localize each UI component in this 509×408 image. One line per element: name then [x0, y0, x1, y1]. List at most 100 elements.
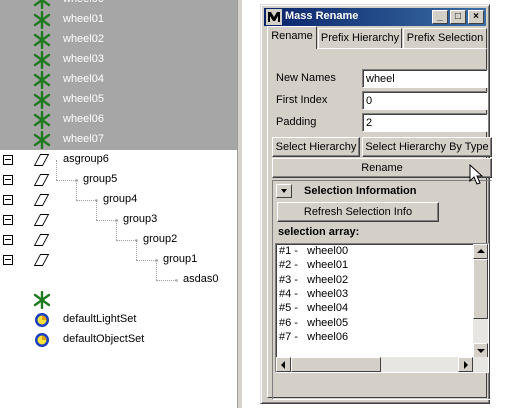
- scroll-up-icon[interactable]: [473, 244, 488, 259]
- joint-icon: [33, 71, 51, 89]
- mass-rename-window: Mass Rename _ □ × Rename Prefix Hierarch…: [260, 4, 492, 404]
- joint-icon: [33, 91, 51, 109]
- outliner-panel: wheel00 wheel01 wheel02 wheel03 wheel04 wheel…: [0, 0, 243, 408]
- select-hierarchy-by-type-button[interactable]: Select Hierarchy By Type: [362, 137, 492, 157]
- outliner-row[interactable]: wheel05: [0, 90, 238, 110]
- outliner-node-label: defaultObjectSet: [63, 333, 145, 345]
- refresh-selection-info-button[interactable]: Refresh Selection Info: [277, 202, 439, 222]
- new-names-input[interactable]: [362, 69, 488, 88]
- tree-connector: [56, 180, 76, 181]
- scroll-down-icon[interactable]: [473, 343, 488, 358]
- list-item[interactable]: #1 - wheel00: [279, 245, 348, 259]
- rename-tab-panel: New Names First Index Padding Select Hie…: [267, 48, 492, 400]
- outliner-row[interactable]: group2: [0, 220, 238, 250]
- select-hierarchy-button[interactable]: Select Hierarchy: [272, 137, 360, 157]
- joint-icon: [33, 31, 51, 49]
- transform-icon: [33, 254, 50, 266]
- tree-connector: [136, 240, 137, 260]
- joint-icon: [33, 291, 51, 309]
- vertical-scrollbar[interactable]: [473, 244, 488, 358]
- outliner-node-label: wheel02: [63, 33, 104, 45]
- list-item[interactable]: #7 - wheel06: [279, 331, 348, 345]
- maya-icon: [266, 9, 282, 25]
- collapse-expander-icon[interactable]: [3, 235, 13, 245]
- transform-icon: [33, 154, 50, 166]
- outliner-node-label: group5: [83, 173, 118, 185]
- joint-icon: [33, 131, 51, 149]
- list-item[interactable]: #4 - wheel03: [279, 288, 348, 302]
- tree-connector: [76, 180, 77, 200]
- outliner-row[interactable]: wheel07: [0, 130, 238, 150]
- outliner-row[interactable]: defaultLightSet: [0, 310, 238, 330]
- outliner-row[interactable]: asdas0: [0, 260, 238, 290]
- transform-icon: [33, 174, 50, 186]
- outliner-row[interactable]: wheel01: [0, 10, 238, 30]
- tree-connector: [136, 260, 156, 261]
- list-item[interactable]: #2 - wheel01: [279, 259, 348, 273]
- outliner-row[interactable]: group4: [0, 180, 238, 210]
- selection-array-list[interactable]: #1 - wheel00 #2 - wheel01 #3 - wheel02 #4 -…: [275, 243, 489, 373]
- outliner-row[interactable]: wheel02: [0, 30, 238, 50]
- selection-info-heading: Selection Information: [304, 185, 417, 197]
- mouse-pointer-icon: [469, 164, 484, 185]
- window-title: Mass Rename: [285, 10, 359, 22]
- outliner-row[interactable]: group1: [0, 240, 238, 270]
- outliner-node-label: wheel05: [63, 93, 104, 105]
- tree-connector: [156, 280, 176, 281]
- selection-array-label: selection array:: [278, 226, 360, 238]
- selection-info-frame: Selection Information Refresh Selection …: [272, 180, 492, 400]
- tab-prefix-selection[interactable]: Prefix Selection: [403, 28, 487, 48]
- scroll-right-icon[interactable]: [458, 357, 473, 372]
- outliner-row[interactable]: wheel06: [0, 110, 238, 130]
- tab-rename[interactable]: Rename: [267, 26, 317, 49]
- horizontal-scroll-thumb[interactable]: [291, 357, 381, 372]
- tree-connector: [56, 160, 57, 180]
- outliner-node-label: group3: [123, 213, 158, 225]
- collapse-expander-icon[interactable]: [3, 255, 13, 265]
- window-titlebar[interactable]: Mass Rename _ □ ×: [264, 8, 486, 26]
- collapse-expander-icon[interactable]: [3, 215, 13, 225]
- outliner-node-label: group1: [163, 253, 198, 265]
- outliner-row[interactable]: wheel00: [0, 0, 238, 10]
- vertical-scroll-thumb[interactable]: [473, 259, 488, 319]
- list-item[interactable]: #5 - wheel04: [279, 302, 348, 316]
- outliner-node-label: wheel07: [63, 133, 104, 145]
- collapse-arrow-icon[interactable]: [276, 184, 292, 198]
- rename-button[interactable]: Rename: [272, 158, 492, 178]
- minimize-button[interactable]: _: [432, 10, 448, 24]
- joint-icon: [33, 11, 51, 29]
- outliner-node-label: defaultLightSet: [63, 313, 137, 325]
- list-item[interactable]: #6 - wheel05: [279, 317, 348, 331]
- transform-icon: [33, 194, 50, 206]
- collapse-expander-icon[interactable]: [3, 195, 13, 205]
- outliner-node-label: wheel01: [63, 13, 104, 25]
- list-item[interactable]: #3 - wheel02: [279, 274, 348, 288]
- tab-prefix-hierarchy[interactable]: Prefix Hierarchy: [318, 28, 402, 48]
- scroll-left-icon[interactable]: [276, 357, 291, 372]
- outliner-row[interactable]: defaultObjectSet: [0, 330, 238, 350]
- outliner-row[interactable]: wheel03: [0, 50, 238, 70]
- first-index-input[interactable]: [362, 91, 488, 110]
- outliner-row[interactable]: group3: [0, 200, 238, 230]
- outliner-row[interactable]: group5: [0, 160, 238, 190]
- close-button[interactable]: ×: [468, 10, 484, 24]
- outliner-row[interactable]: asgroup6: [0, 150, 238, 170]
- outliner-node-label: wheel00: [63, 0, 104, 5]
- tree-connector: [116, 220, 117, 240]
- transform-icon: [33, 214, 50, 226]
- outliner-node-label: asdas0: [183, 273, 219, 285]
- outliner-node-label: wheel03: [63, 53, 104, 65]
- collapse-expander-icon[interactable]: [3, 175, 13, 185]
- collapse-expander-icon[interactable]: [3, 155, 13, 165]
- panel-divider[interactable]: [237, 0, 243, 408]
- maximize-button[interactable]: □: [450, 10, 466, 24]
- padding-input[interactable]: [362, 113, 488, 132]
- tree-connector: [156, 260, 157, 280]
- outliner-node-label: group4: [103, 193, 138, 205]
- horizontal-scrollbar[interactable]: [276, 357, 488, 372]
- outliner-row[interactable]: [0, 290, 238, 310]
- tree-connector: [76, 200, 96, 201]
- tree-connector: [96, 200, 97, 220]
- outliner-row[interactable]: wheel04: [0, 70, 238, 90]
- tree-connector: [96, 220, 116, 221]
